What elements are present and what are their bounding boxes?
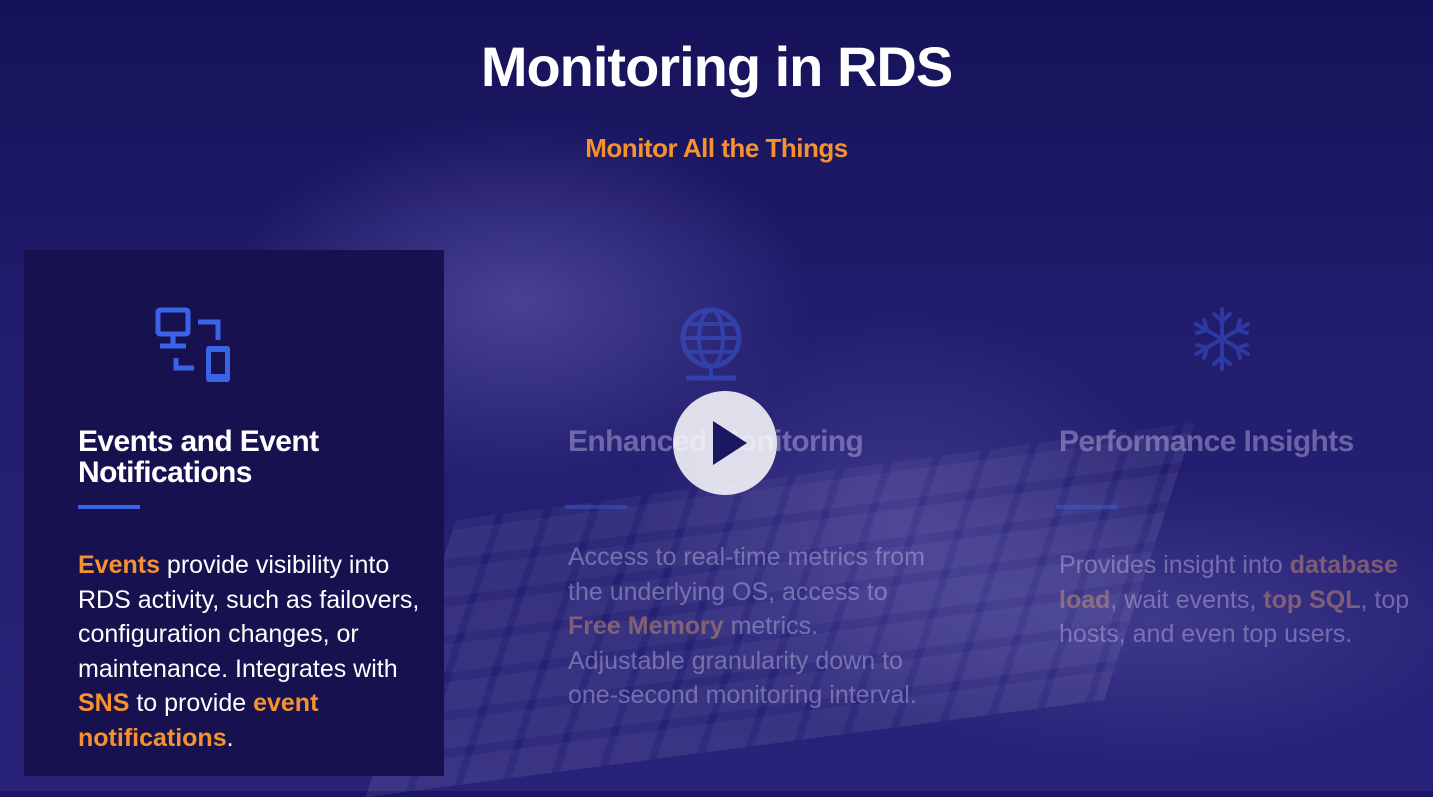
card-body: Provides insight into database load, wai… <box>1059 548 1419 652</box>
body-text: to provide <box>129 689 254 717</box>
devices-icon <box>154 306 236 391</box>
card-title: Performance Insights <box>1059 425 1354 458</box>
highlight-text: Events <box>78 551 160 579</box>
title-divider <box>565 505 627 509</box>
body-text: . <box>226 723 234 752</box>
highlight-text: top SQL <box>1263 585 1361 614</box>
card-enhanced-monitoring[interactable]: Enhanced Monitoring Access to real-time … <box>514 250 934 776</box>
card-body: Events provide visibility into RDS activ… <box>78 548 438 755</box>
body-text: Provides insight into <box>1059 551 1290 579</box>
card-title: Events and Event Notifications <box>78 425 319 489</box>
card-events[interactable]: Events and Event Notifications Events pr… <box>24 250 444 776</box>
globe-icon <box>676 306 746 387</box>
play-button[interactable] <box>673 391 777 495</box>
title-divider <box>1056 505 1118 509</box>
page-title: Monitoring in RDS <box>480 35 953 98</box>
play-icon <box>713 421 747 465</box>
highlight-text: SNS <box>78 689 130 717</box>
highlight-text: Free Memory <box>568 612 724 640</box>
body-text: Access to real-time metrics from the und… <box>568 543 926 606</box>
title-divider <box>78 505 140 509</box>
page-subtitle: Monitor All the Things <box>585 133 848 163</box>
snowflake-icon <box>1189 306 1255 377</box>
card-body: Access to real-time metrics from the und… <box>568 540 928 713</box>
body-text: , wait events, <box>1110 585 1264 614</box>
card-performance-insights[interactable]: Performance Insights Provides insight in… <box>1005 250 1425 776</box>
